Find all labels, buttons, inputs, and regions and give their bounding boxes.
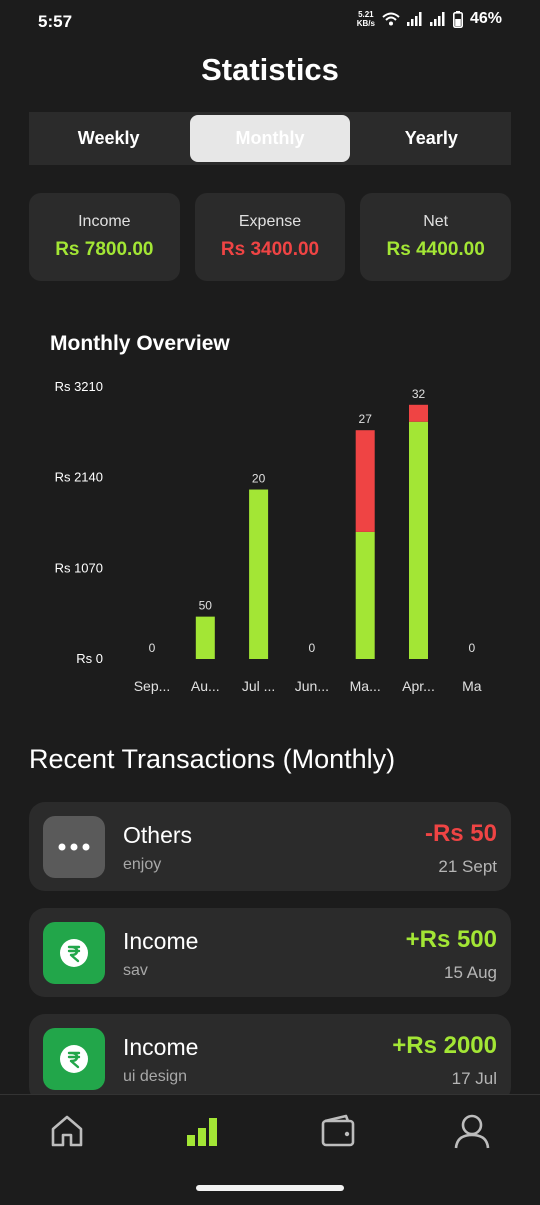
transaction-item[interactable]: Income ui design +Rs 2000 17 Jul: [29, 1014, 511, 1103]
expense-label: Expense: [238, 213, 302, 230]
transactions-title: Recent Transactions (Monthly): [29, 744, 396, 774]
income-value: Rs 7800.00: [55, 239, 154, 260]
nav-wallet[interactable]: [318, 1111, 358, 1151]
bar-value-label: 32: [412, 387, 426, 401]
x-tick-label: Jun...: [295, 678, 329, 694]
tab-yearly[interactable]: Yearly: [352, 112, 511, 165]
bar-value-label: 0: [468, 641, 475, 655]
network-speed: 5.21 KB/s: [356, 10, 375, 28]
transaction-note: ui design: [123, 1068, 188, 1085]
expense-value: Rs 3400.00: [220, 239, 320, 260]
bar-segment: [355, 531, 375, 659]
bar-segment: [409, 404, 428, 422]
transaction-amount: -Rs 50: [424, 820, 497, 847]
expense-card: Expense Rs 3400.00: [194, 193, 346, 281]
transaction-name: Others: [123, 822, 193, 848]
y-tick-label: Rs 1070: [55, 560, 103, 575]
x-tick-label: Au...: [191, 678, 220, 694]
more-icon: [43, 816, 105, 878]
home-icon: [51, 1115, 83, 1147]
net-label: Net: [423, 213, 449, 230]
bar-segment: [355, 430, 375, 532]
y-tick-label: Rs 3210: [55, 379, 103, 394]
monthly-overview-chart: Rs 0 Rs 1070 Rs 2140 Rs 3210 0 Sep... 50 Au... 2…: [55, 379, 482, 694]
transactions-list: Others enjoy -Rs 50 21 Sept Income sav +…: [29, 802, 511, 1120]
bar-chart-icon: [187, 1118, 217, 1146]
wifi-icon: [382, 12, 400, 26]
nav-profile[interactable]: [452, 1111, 492, 1151]
status-bar: 5:57 5.21 KB/s 46%: [0, 0, 540, 44]
transaction-amount: +Rs 500: [405, 926, 497, 953]
bar-value-label: 0: [309, 641, 316, 655]
x-tick-label: Jul ...: [242, 678, 275, 694]
rupee-icon: [43, 1028, 105, 1090]
x-tick-label: Ma...: [350, 678, 381, 694]
x-tick-label: Apr...: [402, 678, 435, 694]
transaction-date: 21 Sept: [438, 857, 497, 876]
income-card: Income Rs 7800.00: [29, 193, 180, 281]
bar-segment: [249, 489, 269, 659]
bar-segment: [195, 616, 215, 659]
transaction-name: Income: [123, 928, 199, 954]
chart-title: Monthly Overview: [50, 332, 230, 355]
signal-icon: [406, 12, 422, 26]
transaction-date: 15 Aug: [444, 963, 497, 982]
nav-home[interactable]: [47, 1111, 87, 1151]
signal-icon-2: [429, 12, 445, 26]
transaction-note: sav: [123, 962, 148, 979]
status-icons: 5.21 KB/s 46%: [357, 10, 502, 28]
summary-cards: Income Rs 7800.00 Expense Rs 3400.00 Net…: [29, 193, 512, 281]
tab-monthly[interactable]: Monthly: [190, 115, 350, 162]
bar-value-label: 20: [252, 472, 266, 486]
bar-value-label: 27: [359, 412, 373, 426]
net-card: Net Rs 4400.00: [360, 193, 512, 281]
y-tick-label: Rs 0: [76, 651, 103, 666]
nav-stats[interactable]: [182, 1111, 222, 1151]
gesture-bar[interactable]: [196, 1185, 344, 1191]
bar-value-label: 50: [199, 599, 213, 613]
transaction-date: 17 Jul: [451, 1069, 497, 1088]
battery-icon: [452, 10, 463, 28]
rupee-icon: [43, 922, 105, 984]
transaction-amount: +Rs 2000: [392, 1032, 497, 1059]
transaction-item[interactable]: Others enjoy -Rs 50 21 Sept: [29, 802, 511, 891]
period-tabs: Weekly Monthly Yearly: [29, 112, 511, 165]
transaction-name: Income: [123, 1034, 199, 1060]
transaction-item[interactable]: Income sav +Rs 500 15 Aug: [29, 908, 511, 997]
bar-segment: [409, 421, 428, 659]
page-title: Statistics: [201, 52, 339, 87]
battery-percent: 46%: [469, 10, 502, 27]
income-label: Income: [78, 213, 131, 230]
transaction-note: enjoy: [123, 856, 162, 873]
x-tick-label: Ma: [462, 678, 482, 694]
user-icon: [454, 1114, 490, 1149]
x-tick-label: Sep...: [134, 678, 171, 694]
bar-value-label: 0: [149, 641, 156, 655]
net-value: Rs 4400.00: [386, 239, 485, 260]
status-time: 5:57: [38, 12, 73, 31]
y-tick-label: Rs 2140: [55, 470, 103, 485]
tab-weekly[interactable]: Weekly: [29, 112, 188, 165]
wallet-icon: [321, 1114, 355, 1147]
